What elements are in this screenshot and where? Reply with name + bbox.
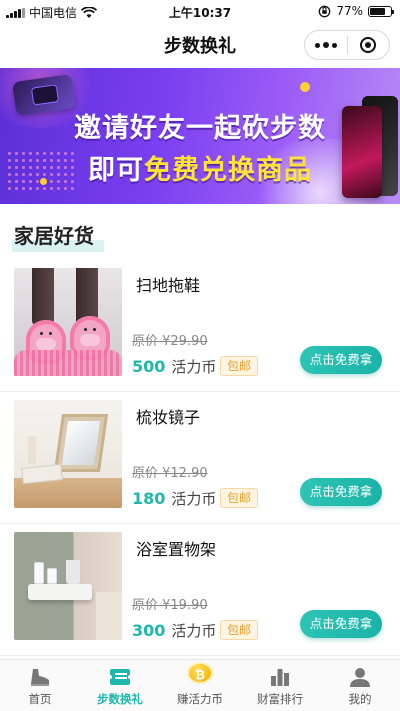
bar-chart-icon [271, 669, 289, 686]
coin-unit: 活力币 [171, 490, 217, 508]
free-shipping-badge: 包邮 [220, 620, 259, 640]
product-list: 扫地拖鞋 原价 ¥29.90 500 活力币 包邮 点击免费拿 梳妆镜子 原价 … [0, 260, 400, 656]
banner-subline-prefix: 即可 [88, 155, 144, 186]
nav-bar: 步数换礼 [0, 22, 400, 68]
price-row: 300 活力币 [132, 620, 216, 641]
coin-icon: ₿ [187, 662, 213, 684]
coin-decoration [300, 82, 310, 92]
get-free-button[interactable]: 点击免费拿 [300, 610, 382, 638]
coin-unit: 活力币 [171, 358, 217, 376]
ticket-icon [108, 669, 132, 685]
original-price: 原价 ¥19.90 [132, 598, 208, 613]
tab-ranking[interactable]: 财富排行 [240, 660, 320, 711]
original-price: 原价 ¥12.90 [132, 466, 208, 481]
mini-program-capsule [304, 30, 390, 60]
status-bar: 中国电信 上午10:37 77% [0, 0, 400, 22]
price-row: 180 活力币 [132, 488, 216, 509]
product-name: 浴室置物架 [136, 540, 217, 559]
product-image-shelf[interactable] [14, 532, 122, 640]
tab-profile[interactable]: 我的 [320, 660, 400, 711]
orientation-lock-icon [318, 5, 331, 17]
tab-label: 赚活力币 [177, 692, 223, 706]
original-price: 原价 ¥29.90 [132, 334, 208, 349]
product-card[interactable]: 梳妆镜子 原价 ¥12.90 180 活力币 包邮 点击免费拿 [0, 392, 400, 524]
get-free-button[interactable]: 点击免费拿 [300, 478, 382, 506]
bottom-tab-bar: 首页 步数换礼 ₿ 赚活力币 财富排行 我的 [0, 659, 400, 711]
product-name: 梳妆镜子 [136, 408, 201, 427]
close-target-icon[interactable] [348, 31, 389, 59]
more-dots-icon[interactable] [305, 31, 347, 59]
product-image-mirror[interactable] [14, 400, 122, 508]
free-shipping-badge: 包邮 [220, 356, 259, 376]
battery-icon [368, 5, 394, 17]
banner-subline-highlight: 免费兑换商品 [144, 155, 312, 186]
coin-unit: 活力币 [171, 622, 217, 640]
free-shipping-badge: 包邮 [220, 488, 259, 508]
promo-banner[interactable]: 邀请好友一起砍步数 即可免费兑换商品 [0, 68, 400, 204]
banner-subline: 即可免费兑换商品 [0, 148, 400, 187]
product-card[interactable]: 浴室置物架 原价 ¥19.90 300 活力币 包邮 点击免费拿 [0, 524, 400, 656]
user-icon [350, 668, 370, 687]
battery-percent: 77% [336, 4, 363, 18]
get-free-button[interactable]: 点击免费拿 [300, 346, 382, 374]
tab-earn-coins[interactable]: ₿ 赚活力币 [160, 660, 240, 711]
tab-label: 财富排行 [257, 692, 303, 706]
section-header: 家居好货 [0, 204, 400, 260]
product-image-slippers[interactable] [14, 268, 122, 376]
shoe-icon [31, 669, 49, 686]
product-card[interactable]: 扫地拖鞋 原价 ¥29.90 500 活力币 包邮 点击免费拿 [0, 260, 400, 392]
tab-label: 首页 [28, 692, 52, 706]
tab-home[interactable]: 首页 [0, 660, 80, 711]
coin-price: 500 [132, 357, 166, 376]
banner-headline: 邀请好友一起砍步数 [74, 113, 326, 144]
price-row: 500 活力币 [132, 356, 216, 377]
product-name: 扫地拖鞋 [136, 276, 201, 295]
tab-label: 我的 [348, 692, 372, 706]
coin-price: 300 [132, 621, 166, 640]
tab-step-exchange[interactable]: 步数换礼 [80, 660, 160, 711]
status-right: 77% [318, 4, 394, 18]
tab-label: 步数换礼 [97, 692, 143, 706]
coin-price: 180 [132, 489, 166, 508]
section-title: 家居好货 [14, 224, 94, 248]
